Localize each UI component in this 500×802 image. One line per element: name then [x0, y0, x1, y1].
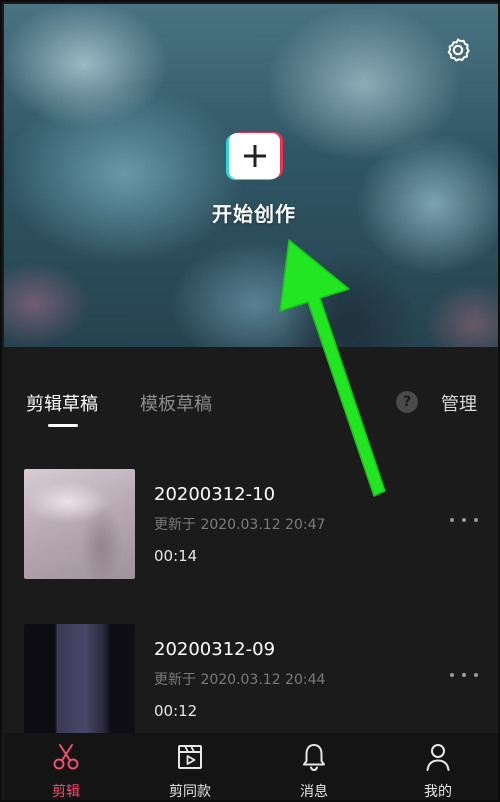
draft-thumbnail[interactable] — [24, 469, 135, 579]
clapperboard-icon — [178, 745, 202, 769]
bottom-navigation: 剪辑 剪同款 消息 我的 — [4, 733, 498, 800]
draft-item[interactable]: 20200312-10 更新于 2020.03.12 20:47 00:14 — [4, 467, 498, 587]
gear-icon — [447, 38, 470, 62]
manage-button[interactable]: 管理 — [441, 390, 477, 416]
draft-name: 20200312-09 — [154, 639, 276, 660]
more-options-icon[interactable] — [450, 514, 478, 526]
draft-updated-time: 更新于 2020.03.12 20:47 — [154, 517, 326, 533]
nav-label: 我的 — [424, 784, 452, 800]
create-button-face — [229, 133, 280, 179]
nav-item-templates[interactable]: 剪同款 — [128, 733, 252, 800]
person-icon — [426, 744, 450, 771]
nav-label: 剪辑 — [52, 784, 80, 800]
nav-item-messages[interactable]: 消息 — [252, 733, 376, 800]
draft-duration: 00:14 — [154, 547, 198, 565]
more-options-icon[interactable] — [450, 669, 478, 681]
draft-name: 20200312-10 — [154, 484, 276, 505]
bell-icon — [303, 744, 325, 772]
active-tab-indicator — [48, 424, 78, 427]
tab-template-drafts[interactable]: 模板草稿 — [140, 390, 212, 416]
draft-updated-time: 更新于 2020.03.12 20:44 — [154, 672, 326, 688]
nav-item-edit[interactable]: 剪辑 — [4, 733, 128, 800]
nav-label: 剪同款 — [169, 784, 211, 800]
start-creating-button[interactable] — [226, 132, 283, 180]
settings-button[interactable] — [444, 36, 472, 64]
draft-tabs: 剪辑草稿 模板草稿 ? 管理 — [4, 347, 498, 437]
plus-icon — [243, 145, 266, 167]
scissors-icon — [53, 744, 79, 770]
nav-item-profile[interactable]: 我的 — [376, 733, 498, 800]
nav-label: 消息 — [300, 784, 328, 800]
draft-thumbnail[interactable] — [24, 624, 135, 734]
app-screen: 开始创作 剪辑草稿 模板草稿 ? 管理 20200312-10 更新于 2020… — [0, 0, 500, 802]
draft-item[interactable]: 20200312-09 更新于 2020.03.12 20:44 00:12 — [4, 622, 498, 742]
annotation-arrow-icon — [272, 237, 402, 502]
start-creating-label[interactable]: 开始创作 — [189, 198, 319, 227]
tab-edit-drafts[interactable]: 剪辑草稿 — [26, 390, 98, 416]
hero-banner: 开始创作 — [4, 4, 498, 347]
draft-duration: 00:12 — [154, 702, 198, 720]
